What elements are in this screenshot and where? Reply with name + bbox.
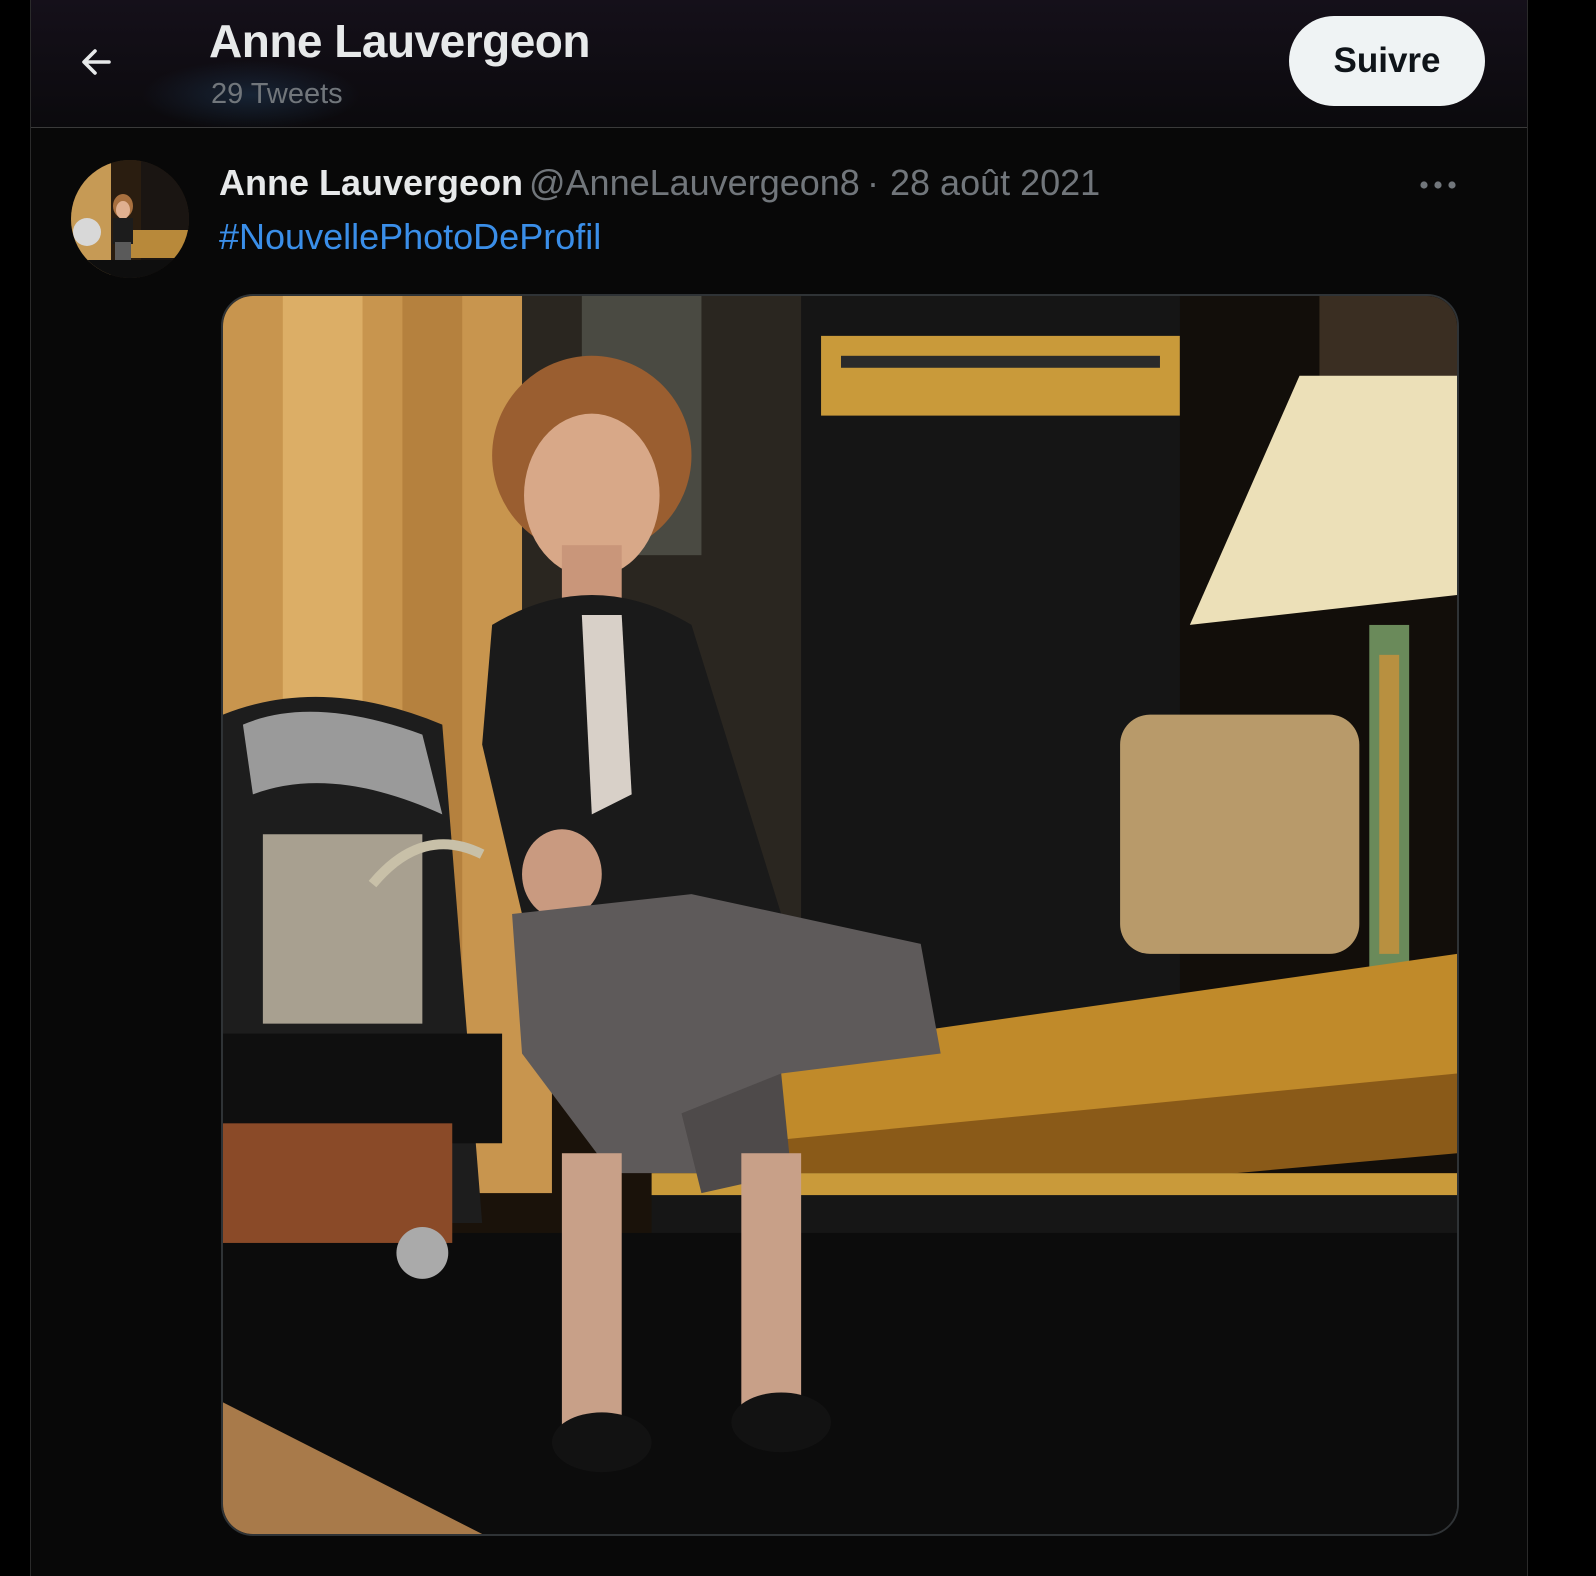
back-button[interactable] bbox=[73, 38, 121, 86]
right-edge bbox=[1530, 0, 1596, 1576]
profile-header: Anne Lauvergeon 29 Tweets Suivre bbox=[31, 0, 1527, 130]
tweet-count: 29 Tweets bbox=[211, 78, 343, 110]
avatar-image bbox=[71, 160, 189, 278]
hashtag-link[interactable]: #NouvellePhotoDeProfil bbox=[219, 216, 601, 258]
photo-image bbox=[223, 296, 1457, 1534]
follow-button[interactable]: Suivre bbox=[1289, 16, 1485, 106]
timeline-column: Anne Lauvergeon 29 Tweets Suivre Anne La… bbox=[30, 0, 1528, 1576]
more-button[interactable] bbox=[1413, 160, 1463, 210]
tweet-date[interactable]: 28 août 2021 bbox=[890, 162, 1100, 204]
arrow-left-icon bbox=[82, 49, 111, 75]
tweet-photo[interactable] bbox=[221, 294, 1459, 1536]
meta-separator: · bbox=[867, 162, 879, 203]
page: Anne Lauvergeon 29 Tweets Suivre Anne La… bbox=[0, 0, 1596, 1576]
tweet-author-name[interactable]: Anne Lauvergeon bbox=[219, 162, 523, 204]
tweet-author-handle[interactable]: @AnneLauvergeon8 bbox=[529, 162, 860, 204]
more-horizontal-icon bbox=[1420, 181, 1456, 189]
avatar[interactable] bbox=[71, 160, 189, 278]
page-title: Anne Lauvergeon bbox=[209, 15, 591, 67]
